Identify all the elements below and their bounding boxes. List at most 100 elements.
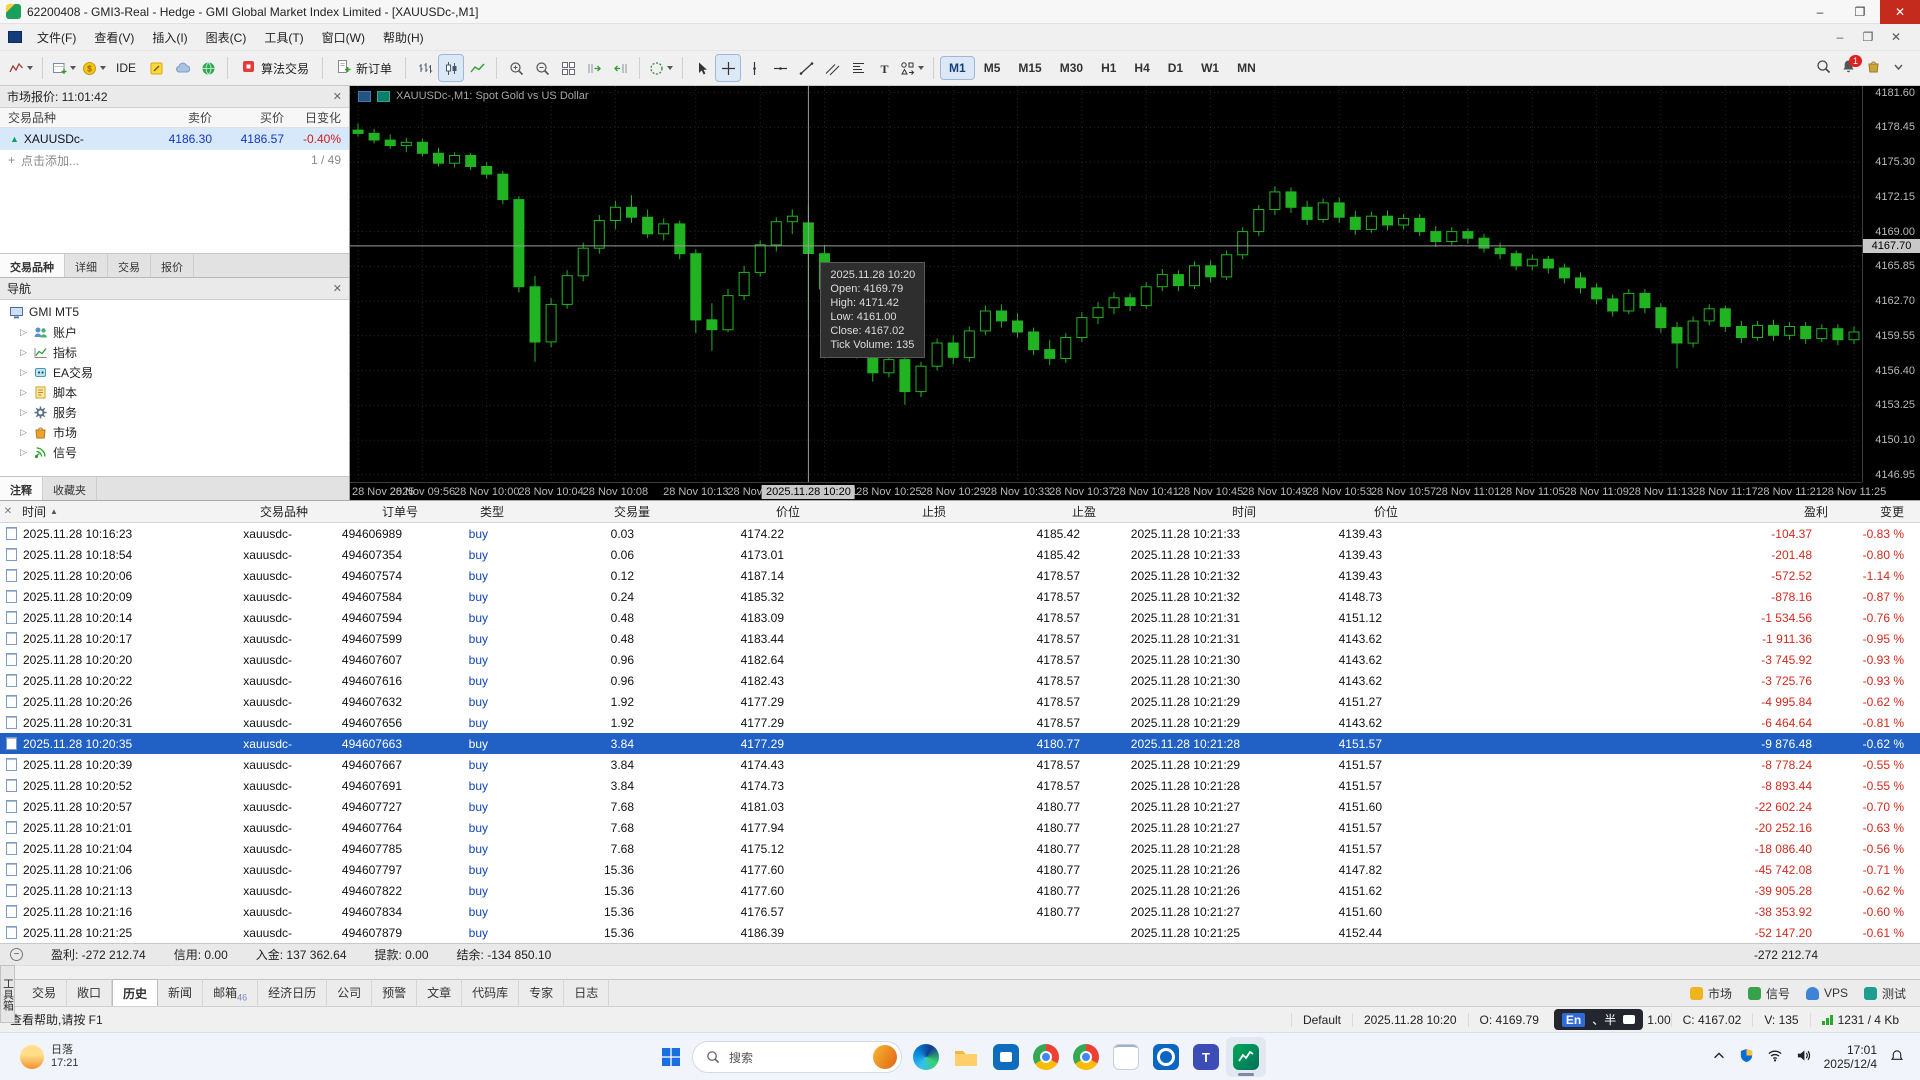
chart-window-icon[interactable] [8,31,22,43]
history-column-6[interactable]: 止损 [806,503,952,520]
navigator-tab-注释[interactable]: 注释 [0,477,43,500]
ime-mode[interactable]: 、半 [1592,1011,1616,1028]
auto-scroll-icon[interactable] [582,55,606,81]
market-watch-tab-详细[interactable]: 详细 [65,254,108,277]
history-column-10[interactable]: 盈利 [1404,503,1834,520]
history-row[interactable]: 2025.11.28 10:20:20xauusdc-494607607buy0… [0,649,1920,670]
navigator-close-icon[interactable]: ✕ [333,282,342,295]
history-row[interactable]: 2025.11.28 10:21:04xauusdc-494607785buy7… [0,838,1920,859]
bottom-tab-文章[interactable]: 文章 [417,979,462,1008]
chrome-icon[interactable] [1026,1037,1066,1077]
history-column-5[interactable]: 价位 [656,503,806,520]
volume-icon[interactable] [1796,1048,1811,1066]
new-order-button[interactable]: 新订单 [330,55,398,81]
history-row[interactable]: 2025.11.28 10:21:13xauusdc-494607822buy1… [0,880,1920,901]
toolbox-market-button[interactable]: 市场 [1690,985,1732,1002]
menu-item-6[interactable]: 帮助(H) [374,25,433,50]
nav-item-services[interactable]: ▷服务 [0,402,349,422]
community-icon[interactable] [196,55,220,81]
history-column-1[interactable]: 交易品种 [196,503,314,520]
nav-item-accounts[interactable]: ▷账户 [0,322,349,342]
crosshair-icon[interactable] [716,55,740,81]
column-bid[interactable]: 卖价 [146,109,218,126]
column-ask[interactable]: 买价 [218,109,290,126]
nav-item-market[interactable]: ▷市场 [0,422,349,442]
indicators-caret-icon[interactable] [667,66,673,70]
bottom-tab-邮箱[interactable]: 邮箱46 [203,979,258,1008]
mt5-icon[interactable] [1226,1037,1266,1077]
history-column-8[interactable]: 时间 [1102,503,1262,520]
menu-item-0[interactable]: 文件(F) [28,25,85,50]
teams-icon[interactable] [1186,1037,1226,1077]
market-watch-row[interactable]: ▲ XAUUSDc- 4186.30 4186.57 -0.40% [0,128,349,150]
history-row[interactable]: 2025.11.28 10:21:06xauusdc-494607797buy1… [0,859,1920,880]
toolbox-vertical-tab[interactable]: 工具箱 [0,965,15,1023]
timeframe-h1[interactable]: H1 [1093,57,1124,79]
nav-root-gmi-mt5[interactable]: GMI MT5 [0,302,349,322]
toolbox-close-icon[interactable]: ✕ [0,506,16,517]
history-row[interactable]: 2025.11.28 10:20:22xauusdc-494607616buy0… [0,670,1920,691]
history-row[interactable]: 2025.11.28 10:20:17xauusdc-494607599buy0… [0,628,1920,649]
chart-close-button[interactable]: ✕ [1884,30,1908,44]
candlestick-icon[interactable] [439,55,463,81]
timeframe-m5[interactable]: M5 [976,57,1009,79]
text-label-icon[interactable]: T [872,55,896,81]
tray-chevron-icon[interactable] [1712,1049,1726,1066]
history-row[interactable]: 2025.11.28 10:20:31xauusdc-494607656buy1… [0,712,1920,733]
history-row[interactable]: 2025.11.28 10:20:52xauusdc-494607691buy3… [0,775,1920,796]
outlook-icon[interactable] [1146,1037,1186,1077]
notification-center-icon[interactable] [1890,1049,1904,1066]
bottom-tab-公司[interactable]: 公司 [327,979,372,1008]
expand-arrow-icon[interactable]: ▷ [20,347,32,358]
taskbar-search[interactable]: 搜索 [692,1041,902,1073]
menu-item-1[interactable]: 查看(V) [85,25,143,50]
toolbox-test-button[interactable]: 测试 [1864,985,1906,1002]
widgets-button[interactable]: 日落 17:21 [12,1040,87,1074]
history-column-7[interactable]: 止盈 [952,503,1102,520]
history-column-2[interactable]: 订单号 [314,503,424,520]
close-button[interactable]: ✕ [1880,0,1920,24]
expand-arrow-icon[interactable]: ▷ [20,367,32,378]
algo-trading-button[interactable]: 算法交易 [235,55,315,81]
nav-item-robot[interactable]: ▷EA交易 [0,362,349,382]
coin-dollar-icon[interactable]: $ [80,55,108,81]
chart-restore-button[interactable]: ❐ [1856,30,1880,44]
column-symbol[interactable]: 交易品种 [0,109,146,126]
file-explorer-icon[interactable] [946,1037,986,1077]
history-row[interactable]: 2025.11.28 10:21:25xauusdc-494607879buy1… [0,922,1920,943]
history-row[interactable]: 2025.11.28 10:21:16xauusdc-494607834buy1… [0,901,1920,922]
history-row[interactable]: 2025.11.28 10:20:39xauusdc-494607667buy3… [0,754,1920,775]
wifi-icon[interactable] [1767,1048,1783,1066]
notepad-icon[interactable] [1106,1037,1146,1077]
timeframe-w1[interactable]: W1 [1193,57,1227,79]
bottom-tab-交易[interactable]: 交易 [22,979,67,1008]
new-chart-icon[interactable] [50,55,78,81]
cloud-icon[interactable] [170,55,194,81]
history-row[interactable]: 2025.11.28 10:20:09xauusdc-494607584buy0… [0,586,1920,607]
bottom-tab-历史[interactable]: 历史 [112,979,158,1008]
history-row[interactable]: 2025.11.28 10:20:14xauusdc-494607594buy0… [0,607,1920,628]
coin-dollar-caret-icon[interactable] [100,66,106,70]
ime-toolbox-icon[interactable] [1623,1015,1635,1024]
timeframe-m30[interactable]: M30 [1052,57,1091,79]
history-row[interactable]: 2025.11.28 10:20:06xauusdc-494607574buy0… [0,565,1920,586]
ime-language[interactable]: En [1562,1013,1585,1027]
timeframe-m15[interactable]: M15 [1010,57,1049,79]
bottom-tab-专家[interactable]: 专家 [519,979,564,1008]
new-chart-caret-icon[interactable] [70,66,76,70]
history-row[interactable]: 2025.11.28 10:21:01xauusdc-494607764buy7… [0,817,1920,838]
market-watch-tab-交易品种[interactable]: 交易品种 [0,254,65,277]
start-button[interactable] [654,1040,688,1074]
metaeditor-icon[interactable] [144,55,168,81]
minimize-button[interactable]: – [1800,0,1840,24]
nav-item-indicator[interactable]: ▷指标 [0,342,349,362]
indicators-icon[interactable] [647,55,675,81]
chart-shift-icon[interactable] [608,55,632,81]
timeframe-mn[interactable]: MN [1229,57,1264,79]
cursor-icon[interactable] [690,55,714,81]
expand-arrow-icon[interactable]: ▷ [20,387,32,398]
notifications-icon[interactable]: 1 [1841,59,1856,77]
market-watch-tab-报价[interactable]: 报价 [151,254,194,277]
horizontal-line-icon[interactable] [768,55,792,81]
edge-icon[interactable] [906,1037,946,1077]
